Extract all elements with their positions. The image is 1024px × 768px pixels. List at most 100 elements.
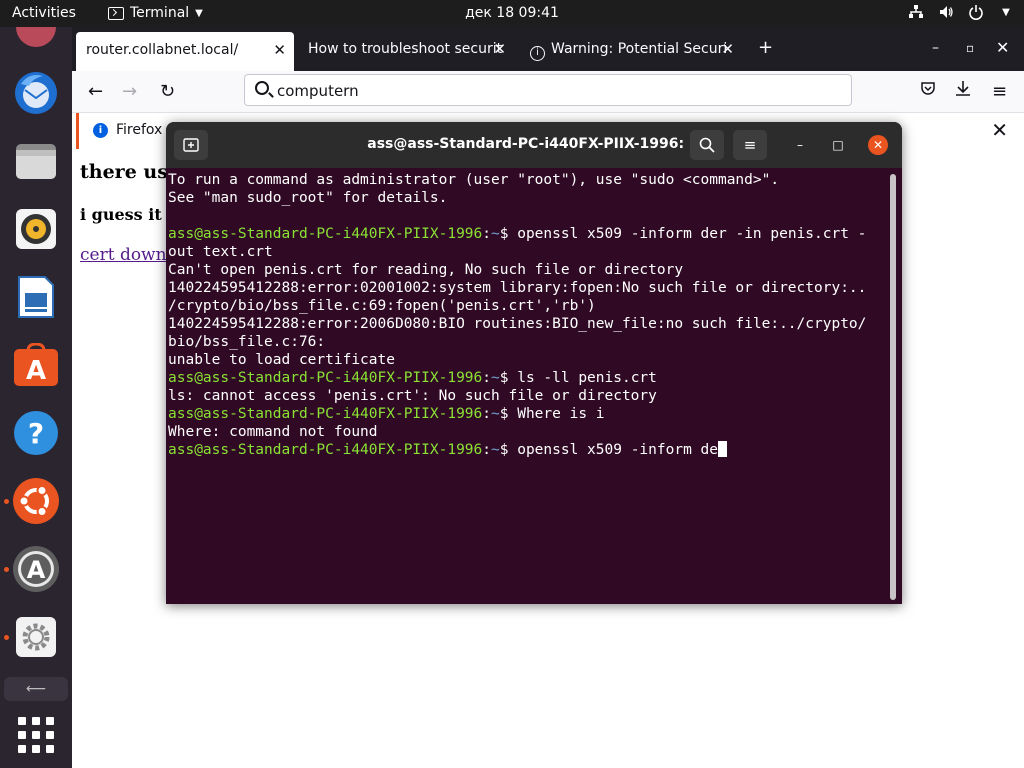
output-text: 140224595412288:error:02001002:system li… bbox=[168, 280, 867, 296]
tab-bar: router.collabnet.local/ ✕ How to trouble… bbox=[72, 27, 1024, 71]
tab-troubleshoot[interactable]: How to troubleshoot securit ✕ bbox=[298, 31, 514, 67]
forward-button[interactable]: → bbox=[122, 81, 137, 102]
tab-warning[interactable]: i Warning: Potential Securi ✕ bbox=[520, 31, 742, 67]
pocket-button[interactable] bbox=[920, 80, 936, 101]
close-icon[interactable]: ✕ bbox=[273, 41, 286, 59]
prompt-path: ~ bbox=[491, 406, 500, 422]
terminal-output-line: out text.crt bbox=[168, 243, 886, 261]
command-text: openssl x509 -inform de bbox=[517, 442, 719, 458]
text-cursor bbox=[718, 441, 728, 457]
tab-router[interactable]: router.collabnet.local/ ✕ bbox=[76, 32, 294, 71]
terminal-icon bbox=[108, 6, 124, 20]
prompt-separator: : bbox=[482, 406, 492, 422]
menu-button[interactable]: ≡ bbox=[992, 81, 1007, 102]
chevron-down-icon[interactable]: ▼ bbox=[998, 4, 1014, 24]
terminal-command-line: ass@ass-Standard-PC-i440FX-PIIX-1996:~$ … bbox=[168, 225, 886, 243]
tab-label: router.collabnet.local/ bbox=[86, 42, 239, 58]
terminal-output-line: unable to load certificate bbox=[168, 351, 886, 369]
ubuntu-icon[interactable] bbox=[12, 477, 60, 525]
activities-button[interactable]: Activities bbox=[12, 5, 76, 21]
prompt-symbol: $ bbox=[499, 370, 518, 386]
svg-text:?: ? bbox=[28, 417, 44, 450]
prompt-symbol: $ bbox=[499, 442, 518, 458]
dock-item-partial[interactable] bbox=[16, 27, 56, 47]
ubuntu-software-icon[interactable]: A bbox=[12, 341, 60, 389]
url-bar[interactable] bbox=[244, 74, 852, 106]
thunderbird-icon[interactable] bbox=[12, 69, 60, 117]
app-menu[interactable]: Terminal ▼ bbox=[108, 5, 203, 21]
close-icon[interactable]: ✕ bbox=[493, 40, 506, 58]
terminal-output[interactable]: To run a command as administrator (user … bbox=[168, 171, 886, 601]
terminal-output-line: Can't open penis.crt for reading, No suc… bbox=[168, 261, 886, 279]
prompt-symbol: $ bbox=[499, 226, 518, 242]
prompt-user: ass@ass-Standard-PC-i440FX-PIIX-1996 bbox=[168, 406, 483, 422]
close-icon[interactable]: ✕ bbox=[991, 118, 1008, 142]
close-icon[interactable]: ✕ bbox=[721, 40, 734, 58]
tab-label: Warning: Potential Securi bbox=[551, 41, 728, 57]
info-icon: i bbox=[93, 123, 108, 138]
libreoffice-impress-icon[interactable] bbox=[12, 273, 60, 321]
running-indicator bbox=[4, 499, 9, 504]
app-menu-label: Terminal bbox=[130, 5, 190, 21]
rhythmbox-icon[interactable] bbox=[12, 205, 60, 253]
prompt-separator: : bbox=[482, 442, 492, 458]
url-input[interactable] bbox=[277, 79, 837, 103]
back-button[interactable]: ← bbox=[88, 81, 103, 102]
prompt-user: ass@ass-Standard-PC-i440FX-PIIX-1996 bbox=[168, 226, 483, 242]
reload-button[interactable]: ↻ bbox=[160, 81, 175, 102]
running-indicator bbox=[4, 567, 9, 572]
maximize-button[interactable]: □ bbox=[828, 135, 848, 155]
output-text: 140224595412288:error:2006D080:BIO routi… bbox=[168, 316, 867, 332]
network-icon[interactable] bbox=[908, 4, 924, 24]
power-icon[interactable] bbox=[968, 4, 984, 24]
command-text: openssl x509 -inform der -in penis.crt - bbox=[517, 226, 867, 242]
prompt-symbol: $ bbox=[499, 406, 518, 422]
minimize-button[interactable]: – bbox=[790, 135, 810, 155]
svg-text:A: A bbox=[26, 356, 46, 386]
settings-icon[interactable] bbox=[12, 613, 60, 661]
clock[interactable]: дек 18 09:41 bbox=[465, 5, 559, 21]
output-text: Can't open penis.crt for reading, No suc… bbox=[168, 262, 684, 278]
prompt-separator: : bbox=[482, 370, 492, 386]
volume-icon[interactable] bbox=[938, 4, 954, 24]
output-text: out text.crt bbox=[168, 244, 273, 260]
command-text: Where is i bbox=[517, 406, 605, 422]
prompt-separator: : bbox=[482, 226, 492, 242]
close-window-button[interactable]: ✕ bbox=[996, 38, 1009, 57]
new-tab-button[interactable]: + bbox=[758, 37, 773, 58]
page-heading: there us bbox=[80, 161, 168, 183]
terminal-output-line: bio/bss_file.c:76: bbox=[168, 333, 886, 351]
svg-text:A: A bbox=[27, 556, 46, 584]
downloads-button[interactable] bbox=[954, 79, 972, 102]
scrollbar[interactable] bbox=[890, 174, 896, 600]
top-panel: Activities Terminal ▼ дек 18 09:41 ▼ bbox=[0, 0, 1024, 27]
cert-download-link[interactable]: cert downl bbox=[80, 245, 172, 265]
menu-button[interactable]: ≡ bbox=[733, 130, 767, 160]
new-tab-button[interactable] bbox=[174, 130, 208, 160]
terminal-output-line: Where: command not found bbox=[168, 423, 886, 441]
prompt-user: ass@ass-Standard-PC-i440FX-PIIX-1996 bbox=[168, 442, 483, 458]
terminal-command-line: ass@ass-Standard-PC-i440FX-PIIX-1996:~$ … bbox=[168, 405, 886, 423]
software-updater-icon[interactable]: A bbox=[12, 545, 60, 593]
notification-text: Firefox bbox=[116, 122, 163, 138]
help-icon[interactable]: ? bbox=[12, 409, 60, 457]
dock-item-partial[interactable]: ⟵ bbox=[4, 677, 68, 701]
search-button[interactable] bbox=[690, 130, 724, 160]
terminal-command-line: ass@ass-Standard-PC-i440FX-PIIX-1996:~$ … bbox=[168, 369, 886, 387]
terminal-output-line: 140224595412288:error:2006D080:BIO routi… bbox=[168, 315, 886, 333]
prompt-path: ~ bbox=[491, 226, 500, 242]
maximize-button[interactable]: ▫ bbox=[966, 41, 974, 55]
output-text: See "man sudo_root" for details. bbox=[168, 190, 448, 206]
prompt-user: ass@ass-Standard-PC-i440FX-PIIX-1996 bbox=[168, 370, 483, 386]
system-status-area[interactable]: ▼ bbox=[908, 4, 1014, 24]
show-applications-icon[interactable] bbox=[18, 717, 54, 753]
minimize-button[interactable]: – bbox=[932, 40, 939, 56]
terminal-headerbar[interactable]: ass@ass-Standard-PC-i440FX-PIIX-1996: ~ … bbox=[166, 122, 902, 168]
command-text: ls -ll penis.crt bbox=[517, 370, 657, 386]
tab-label: How to troubleshoot securit bbox=[308, 41, 503, 57]
terminal-command-line: ass@ass-Standard-PC-i440FX-PIIX-1996:~$ … bbox=[168, 441, 886, 459]
terminal-window: ass@ass-Standard-PC-i440FX-PIIX-1996: ~ … bbox=[166, 122, 902, 604]
close-window-button[interactable]: ✕ bbox=[868, 135, 888, 155]
files-icon[interactable] bbox=[12, 137, 60, 185]
